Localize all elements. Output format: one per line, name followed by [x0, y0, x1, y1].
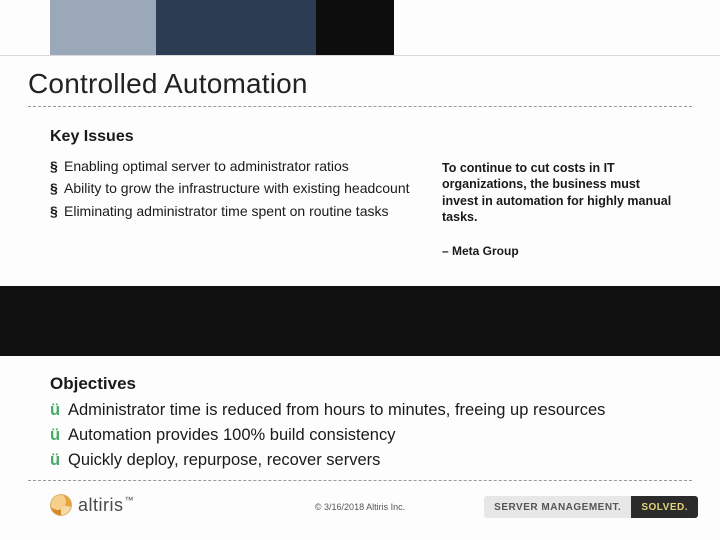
top-color-bar	[0, 0, 720, 56]
check-icon: ü	[50, 448, 68, 473]
check-icon: ü	[50, 398, 68, 423]
decor-block-black	[316, 0, 394, 56]
slide: Controlled Automation Key Issues § Enabl…	[0, 0, 720, 540]
list-item-text: Ability to grow the infrastructure with …	[64, 178, 410, 198]
title-dashed-rule	[28, 106, 692, 107]
list-item: ü Automation provides 100% build consist…	[50, 423, 680, 448]
decor-block-navy	[156, 0, 316, 56]
pill-left-text: SERVER MANAGEMENT.	[484, 496, 631, 518]
list-item-text: Enabling optimal server to administrator…	[64, 156, 410, 176]
list-item: § Eliminating administrator time spent o…	[50, 201, 410, 221]
list-item-text: Quickly deploy, repurpose, recover serve…	[68, 448, 680, 473]
footer: altiris™ © 3/16/2018 Altiris Inc. SERVER…	[0, 494, 720, 534]
top-rule	[0, 55, 720, 56]
tagline-pill: SERVER MANAGEMENT. SOLVED.	[484, 496, 698, 518]
list-item: § Ability to grow the infrastructure wit…	[50, 178, 410, 198]
list-item-text: Eliminating administrator time spent on …	[64, 201, 410, 221]
dark-band	[0, 286, 720, 356]
list-item: ü Quickly deploy, repurpose, recover ser…	[50, 448, 680, 473]
decor-block-gray	[50, 0, 156, 56]
bullet-icon: §	[50, 178, 64, 198]
check-icon: ü	[50, 423, 68, 448]
pull-quote: To continue to cut costs in IT organizat…	[442, 160, 672, 225]
key-issues-list: § Enabling optimal server to administrat…	[50, 156, 410, 223]
quote-attribution: – Meta Group	[442, 244, 519, 258]
bottom-dashed-rule	[28, 480, 692, 481]
objectives-heading: Objectives	[50, 374, 136, 394]
page-title: Controlled Automation	[28, 68, 308, 100]
bullet-icon: §	[50, 201, 64, 221]
list-item-text: Administrator time is reduced from hours…	[68, 398, 680, 423]
key-issues-heading: Key Issues	[50, 128, 134, 146]
objectives-list: ü Administrator time is reduced from hou…	[50, 398, 680, 472]
list-item: § Enabling optimal server to administrat…	[50, 156, 410, 176]
pill-right-text: SOLVED.	[631, 496, 698, 518]
bullet-icon: §	[50, 156, 64, 176]
list-item-text: Automation provides 100% build consisten…	[68, 423, 680, 448]
list-item: ü Administrator time is reduced from hou…	[50, 398, 680, 423]
